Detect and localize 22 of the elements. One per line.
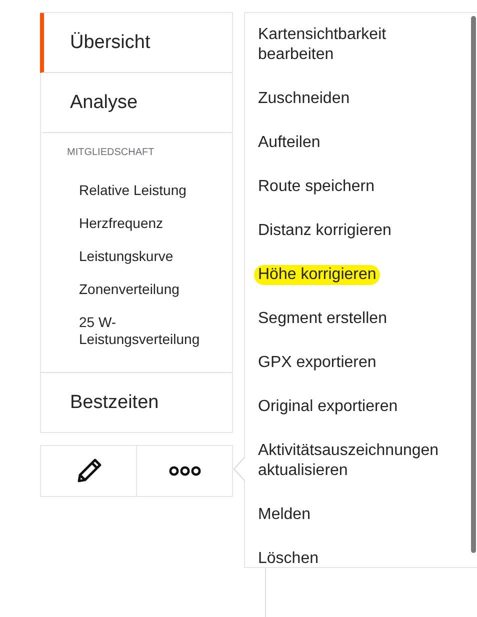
nav-link[interactable]: Leistungskurve (41, 248, 219, 265)
menu-item[interactable]: Distanz korrigieren (258, 221, 392, 241)
menu-item[interactable]: Segment erstellen (258, 309, 387, 329)
nav-link[interactable]: 25 W-Leistungsverteilung (41, 314, 219, 348)
menu-item[interactable]: GPX exportieren (258, 353, 376, 373)
nav-tab[interactable]: Übersicht (40, 13, 232, 73)
menu-item[interactable]: Aufteilen (258, 133, 320, 153)
menu-item[interactable]: Route speichern (258, 177, 375, 197)
menu-item[interactable]: Aktivitätsauszeichnungen aktualisieren (258, 441, 447, 481)
nav-link[interactable]: Herzfrequenz (41, 215, 219, 232)
more-icon (168, 465, 200, 477)
nav-link[interactable]: Relative Leistung (41, 182, 219, 199)
nav-link[interactable]: Zonenverteilung (41, 281, 219, 298)
menu-item[interactable]: Zuschneiden (258, 89, 350, 109)
menu-item[interactable]: Höhe korrigieren (254, 265, 380, 285)
menu-item[interactable]: Löschen (258, 549, 318, 567)
section-heading: MITGLIEDSCHAFT (66, 147, 154, 158)
menu-item[interactable]: Melden (258, 505, 310, 525)
menu-item[interactable]: Original exportieren (258, 397, 398, 417)
nav-tab[interactable]: Analyse (40, 73, 232, 133)
nav-tab[interactable]: Bestzeiten (40, 373, 232, 432)
menu-item[interactable]: Kartensichtbarkeit bearbeiten (258, 25, 447, 65)
